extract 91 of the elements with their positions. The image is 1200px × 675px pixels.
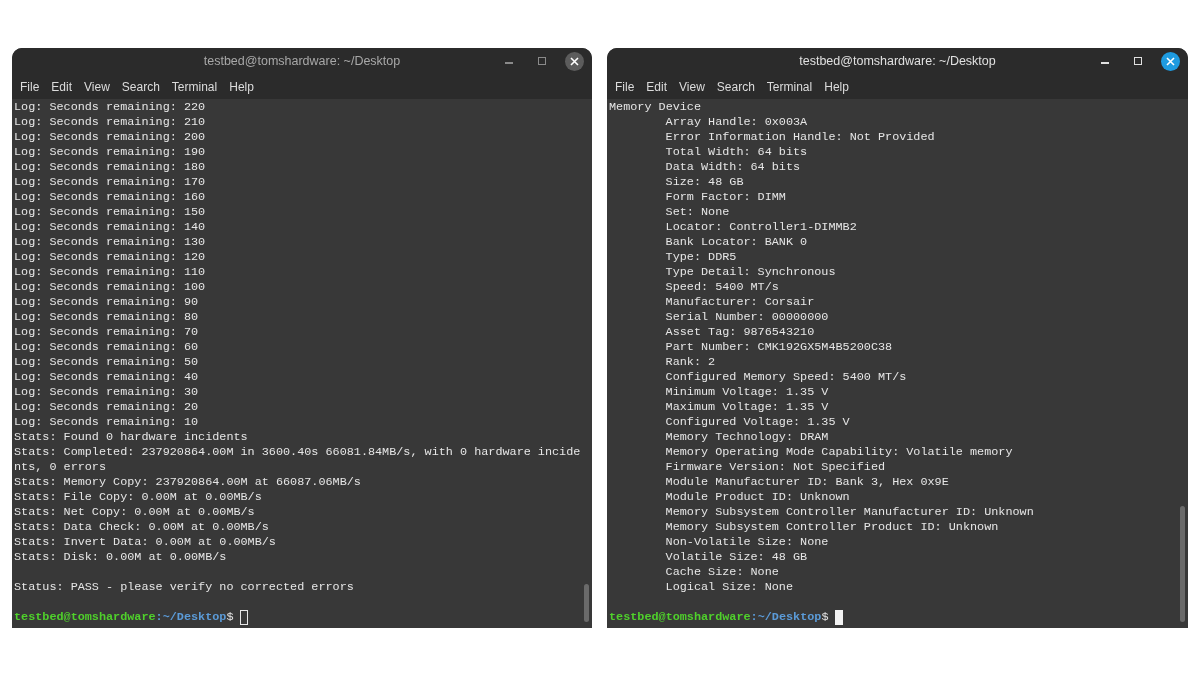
terminal-line: Stats: Memory Copy: 237920864.00M at 66087.06MB/s <box>14 474 361 490</box>
terminal-line: Log: Seconds remaining: 210 <box>14 114 206 130</box>
menu-item[interactable]: Edit <box>45 75 79 99</box>
close-icon <box>570 56 579 66</box>
window-title: testbed@tomshardware: ~/Desktop <box>799 53 996 71</box>
terminal-line: Stats: Found 0 hardware incidents <box>14 429 248 445</box>
window-title: testbed@tomshardware: ~/Desktop <box>203 53 401 71</box>
terminal-line: Non-Volatile Size: None <box>665 534 829 550</box>
terminal-line: Log: Seconds remaining: 100 <box>14 279 206 295</box>
terminal-line: Log: Seconds remaining: 160 <box>14 189 206 205</box>
terminal-line: Log: Seconds remaining: 90 <box>14 294 199 310</box>
terminal-line: Error Information Handle: Not Provided <box>665 129 935 145</box>
terminal-line: Log: Seconds remaining: 120 <box>14 249 206 265</box>
terminal-line: Configured Memory Speed: 5400 MT/s <box>665 369 907 385</box>
terminal-line: Asset Tag: 9876543210 <box>665 324 815 340</box>
terminal-line: Logical Size: None <box>665 579 794 595</box>
terminal-line: Stats: Invert Data: 0.00M at 0.00MB/s <box>14 534 276 550</box>
close-icon <box>1166 56 1175 66</box>
terminal-line: Maximum Voltage: 1.35 V <box>665 399 829 415</box>
terminal-line: Module Product ID: Unknown <box>665 489 850 505</box>
terminal-line: Configured Voltage: 1.35 V <box>665 414 850 430</box>
terminal-line: Minimum Voltage: 1.35 V <box>665 384 829 400</box>
menu-item[interactable]: Search <box>710 75 761 99</box>
terminal-line: Manufacturer: Corsair <box>665 294 815 310</box>
terminal-line: Log: Seconds remaining: 180 <box>14 159 206 175</box>
terminal-line: Log: Seconds remaining: 30 <box>14 384 199 400</box>
terminal-line: Memory Operating Mode Capability: Volatile memory <box>665 444 1013 460</box>
close-button[interactable] <box>1161 51 1180 71</box>
prompt-symbol: $ <box>226 609 234 625</box>
terminal-line: Locator: Controller1-DIMMB2 <box>665 219 857 235</box>
terminal-line: Rank: 2 <box>665 354 716 370</box>
terminal-line: Serial Number: 00000000 <box>665 309 829 325</box>
terminal-line: Log: Seconds remaining: 50 <box>14 354 199 370</box>
menu-item[interactable]: View <box>673 75 711 99</box>
terminal-line: Part Number: CMK192GX5M4B5200C38 <box>665 339 893 355</box>
terminal-line: Log: Seconds remaining: 20 <box>14 399 199 415</box>
status-line: Status: PASS - please verify no corrected errors <box>14 579 354 595</box>
terminal-line: Stats: Data Check: 0.00M at 0.00MB/s <box>14 519 269 535</box>
terminal-line: Stats: Net Copy: 0.00M at 0.00MB/s <box>14 504 255 520</box>
scrollbar-thumb[interactable] <box>1180 506 1185 622</box>
prompt-path: :~/Desktop <box>750 609 822 625</box>
terminal-line: Data Width: 64 bits <box>665 159 801 175</box>
close-button[interactable] <box>565 51 584 71</box>
terminal-line: Bank Locator: BANK 0 <box>665 234 808 250</box>
terminal-line: Speed: 5400 MT/s <box>665 279 779 295</box>
terminal-line: Stats: Disk: 0.00M at 0.00MB/s <box>14 549 227 565</box>
terminal-line: Log: Seconds remaining: 140 <box>14 219 206 235</box>
terminal-line: Module Manufacturer ID: Bank 3, Hex 0x9E <box>665 474 949 490</box>
terminal-line: Log: Seconds remaining: 220 <box>14 99 206 115</box>
terminal-line: Memory Technology: DRAM <box>665 429 829 445</box>
menu-item[interactable]: Search <box>115 75 166 99</box>
terminal-line: Log: Seconds remaining: 200 <box>14 129 206 145</box>
terminal-line: Memory Device <box>609 99 702 115</box>
terminal-line: Log: Seconds remaining: 190 <box>14 144 206 160</box>
terminal-line: Set: None <box>665 204 730 220</box>
menu-item[interactable]: Terminal <box>760 75 819 99</box>
prompt-user-host: testbed@tomshardware <box>609 609 751 625</box>
terminal-line: Type: DDR5 <box>665 249 737 265</box>
menu-item[interactable]: Edit <box>640 75 674 99</box>
menu-item[interactable]: File <box>14 75 46 99</box>
scrollbar-thumb[interactable] <box>584 584 589 622</box>
terminal-line: Stats: File Copy: 0.00M at 0.00MB/s <box>14 489 262 505</box>
terminal-line: Log: Seconds remaining: 110 <box>14 264 206 280</box>
terminal-line: Log: Seconds remaining: 80 <box>14 309 199 325</box>
terminal-line: Log: Seconds remaining: 60 <box>14 339 199 355</box>
menu-item[interactable]: Terminal <box>165 75 224 99</box>
terminal-line: Size: 48 GB <box>665 174 744 190</box>
terminal-line: Volatile Size: 48 GB <box>665 549 808 565</box>
terminal-line: Type Detail: Synchronous <box>665 264 836 280</box>
terminal-line: Array Handle: 0x003A <box>665 114 808 130</box>
terminal-line: Memory Subsystem Controller Product ID: Unknown <box>665 519 999 535</box>
terminal-line: Total Width: 64 bits <box>665 144 808 160</box>
menu-item[interactable]: Help <box>223 75 260 99</box>
terminal-line: Form Factor: DIMM <box>665 189 786 205</box>
terminal-line: Log: Seconds remaining: 70 <box>14 324 199 340</box>
prompt-symbol: $ <box>821 609 829 625</box>
menu-item[interactable]: File <box>609 75 641 99</box>
terminal-line: Stats: Completed: 237920864.00M in 3600.40s 66081.84MB/s, with 0 hardware incide <box>14 444 581 460</box>
terminal-line: Log: Seconds remaining: 170 <box>14 174 206 190</box>
terminal-line: Log: Seconds remaining: 150 <box>14 204 206 220</box>
terminal-line: Firmware Version: Not Specified <box>665 459 886 475</box>
terminal-line: Memory Subsystem Controller Manufacturer ID: Unknown <box>665 504 1034 520</box>
terminal-line: Log: Seconds remaining: 10 <box>14 414 199 430</box>
terminal-line: Log: Seconds remaining: 40 <box>14 369 199 385</box>
terminal-line: nts, 0 errors <box>14 459 107 475</box>
terminal-line: Cache Size: None <box>665 564 779 580</box>
prompt-user-host: testbed@tomshardware <box>14 609 156 625</box>
menu-item[interactable]: View <box>78 75 116 99</box>
menu-item[interactable]: Help <box>818 75 855 99</box>
prompt-path: :~/Desktop <box>155 609 227 625</box>
terminal-line: Log: Seconds remaining: 130 <box>14 234 206 250</box>
